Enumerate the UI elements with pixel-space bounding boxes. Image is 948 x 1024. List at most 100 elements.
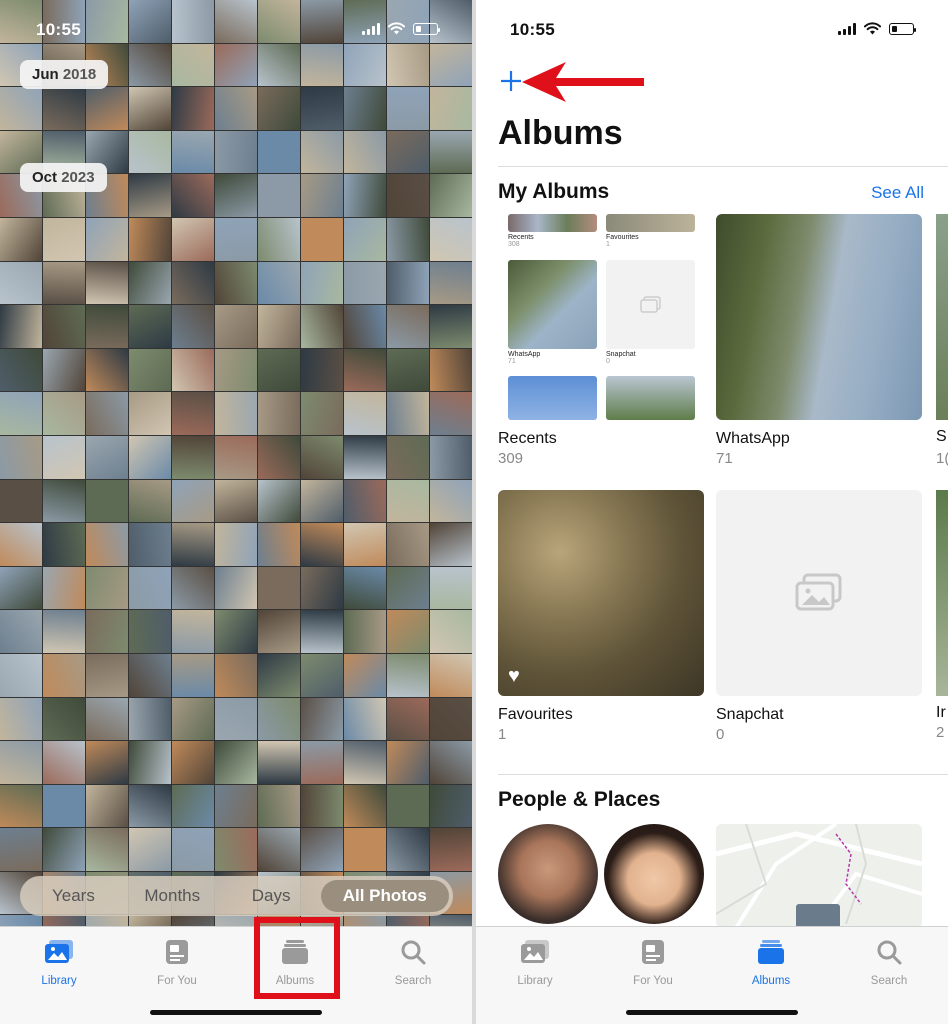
photo-thumbnail[interactable] (86, 479, 128, 523)
photo-thumbnail[interactable] (0, 610, 42, 653)
photo-thumbnail[interactable] (43, 217, 85, 261)
photo-thumbnail[interactable] (43, 741, 85, 784)
album-whatsapp[interactable]: WhatsApp 71 (716, 214, 922, 467)
photo-thumbnail[interactable] (215, 348, 257, 392)
photo-thumbnail[interactable] (86, 741, 128, 784)
photo-thumbnail[interactable] (301, 130, 343, 174)
photo-thumbnail[interactable] (430, 348, 472, 392)
photo-thumbnail[interactable] (0, 566, 42, 610)
photo-thumbnail[interactable] (387, 610, 429, 653)
photo-thumbnail[interactable] (0, 697, 42, 741)
photo-thumbnail[interactable] (258, 610, 300, 653)
photo-thumbnail[interactable] (344, 435, 386, 479)
photo-thumbnail[interactable] (258, 174, 300, 217)
see-all-link[interactable]: See All (871, 183, 924, 203)
album-partial[interactable] (936, 490, 948, 696)
photo-thumbnail[interactable] (301, 392, 343, 435)
photo-thumbnail[interactable] (86, 217, 128, 261)
photo-thumbnail[interactable] (387, 523, 429, 566)
photo-thumbnail[interactable] (387, 741, 429, 784)
photo-thumbnail[interactable] (172, 523, 214, 566)
photo-thumbnail[interactable] (258, 566, 300, 610)
photo-thumbnail[interactable] (430, 130, 472, 174)
photo-thumbnail[interactable] (129, 697, 171, 741)
photo-thumbnail[interactable] (430, 653, 472, 697)
photo-thumbnail[interactable] (0, 653, 42, 697)
photo-thumbnail[interactable] (344, 828, 386, 871)
photo-thumbnail[interactable] (172, 392, 214, 435)
photo-thumbnail[interactable] (301, 305, 343, 348)
photo-thumbnail[interactable] (258, 261, 300, 305)
photo-thumbnail[interactable] (0, 217, 42, 261)
photo-thumbnail[interactable] (172, 174, 214, 217)
photo-thumbnail[interactable] (215, 697, 257, 741)
photo-thumbnail[interactable] (0, 261, 42, 305)
person-thumbnail[interactable] (498, 824, 598, 924)
photo-thumbnail[interactable] (301, 435, 343, 479)
view-option-months[interactable]: Months (123, 880, 222, 912)
photo-thumbnail[interactable] (344, 130, 386, 174)
photo-thumbnail[interactable] (86, 523, 128, 566)
photo-thumbnail[interactable] (301, 697, 343, 741)
photo-thumbnail[interactable] (0, 741, 42, 784)
photo-thumbnail[interactable] (258, 392, 300, 435)
photo-thumbnail[interactable] (258, 130, 300, 174)
photo-thumbnail[interactable] (215, 435, 257, 479)
photo-thumbnail[interactable] (129, 435, 171, 479)
photo-thumbnail[interactable] (258, 305, 300, 348)
photo-thumbnail[interactable] (430, 217, 472, 261)
photo-thumbnail[interactable] (43, 566, 85, 610)
photo-thumbnail[interactable] (344, 741, 386, 784)
photo-thumbnail[interactable] (43, 784, 85, 828)
photo-thumbnail[interactable] (301, 217, 343, 261)
photo-thumbnail[interactable] (344, 392, 386, 435)
photo-thumbnail[interactable] (430, 697, 472, 741)
photo-thumbnail[interactable] (215, 87, 257, 130)
photo-thumbnail[interactable] (0, 828, 42, 871)
photo-thumbnail[interactable] (344, 610, 386, 653)
photo-thumbnail[interactable] (301, 653, 343, 697)
photo-thumbnail[interactable] (43, 828, 85, 871)
photo-thumbnail[interactable] (43, 261, 85, 305)
photo-thumbnail[interactable] (215, 305, 257, 348)
album-recents[interactable]: Recents 308 Favourites 1 WhatsApp 71 Sna… (498, 214, 704, 467)
photo-thumbnail[interactable] (258, 217, 300, 261)
photo-thumbnail[interactable] (387, 305, 429, 348)
photo-thumbnail[interactable] (301, 566, 343, 610)
photo-thumbnail[interactable] (172, 479, 214, 523)
photo-thumbnail[interactable] (129, 87, 171, 130)
photo-thumbnail[interactable] (172, 784, 214, 828)
photo-thumbnail[interactable] (0, 87, 42, 130)
photo-thumbnail[interactable] (430, 392, 472, 435)
photo-thumbnail[interactable] (430, 174, 472, 217)
photo-thumbnail[interactable] (86, 566, 128, 610)
photo-thumbnail[interactable] (0, 435, 42, 479)
photo-thumbnail[interactable] (0, 479, 42, 523)
photo-thumbnail[interactable] (172, 610, 214, 653)
photo-thumbnail[interactable] (129, 174, 171, 217)
photo-thumbnail[interactable] (172, 261, 214, 305)
photo-thumbnail[interactable] (387, 479, 429, 523)
photo-thumbnail[interactable] (387, 217, 429, 261)
person-thumbnail[interactable] (604, 824, 704, 924)
photo-thumbnail[interactable] (129, 784, 171, 828)
tab-search[interactable]: Search (354, 927, 472, 1024)
photo-thumbnail[interactable] (430, 610, 472, 653)
photo-thumbnail[interactable] (172, 828, 214, 871)
photo-thumbnail[interactable] (301, 479, 343, 523)
photo-thumbnail[interactable] (387, 87, 429, 130)
photo-thumbnail[interactable] (258, 697, 300, 741)
photo-thumbnail[interactable] (215, 523, 257, 566)
photo-thumbnail[interactable] (129, 348, 171, 392)
photo-thumbnail[interactable] (430, 305, 472, 348)
photo-thumbnail[interactable] (215, 479, 257, 523)
photo-thumbnail[interactable] (129, 479, 171, 523)
photo-thumbnail[interactable] (43, 392, 85, 435)
photo-thumbnail[interactable] (258, 435, 300, 479)
photo-thumbnail[interactable] (301, 741, 343, 784)
photo-thumbnail[interactable] (387, 392, 429, 435)
photo-thumbnail[interactable] (344, 566, 386, 610)
photo-thumbnail[interactable] (215, 741, 257, 784)
photo-thumbnail[interactable] (301, 261, 343, 305)
view-option-all-photos[interactable]: All Photos (320, 880, 450, 912)
